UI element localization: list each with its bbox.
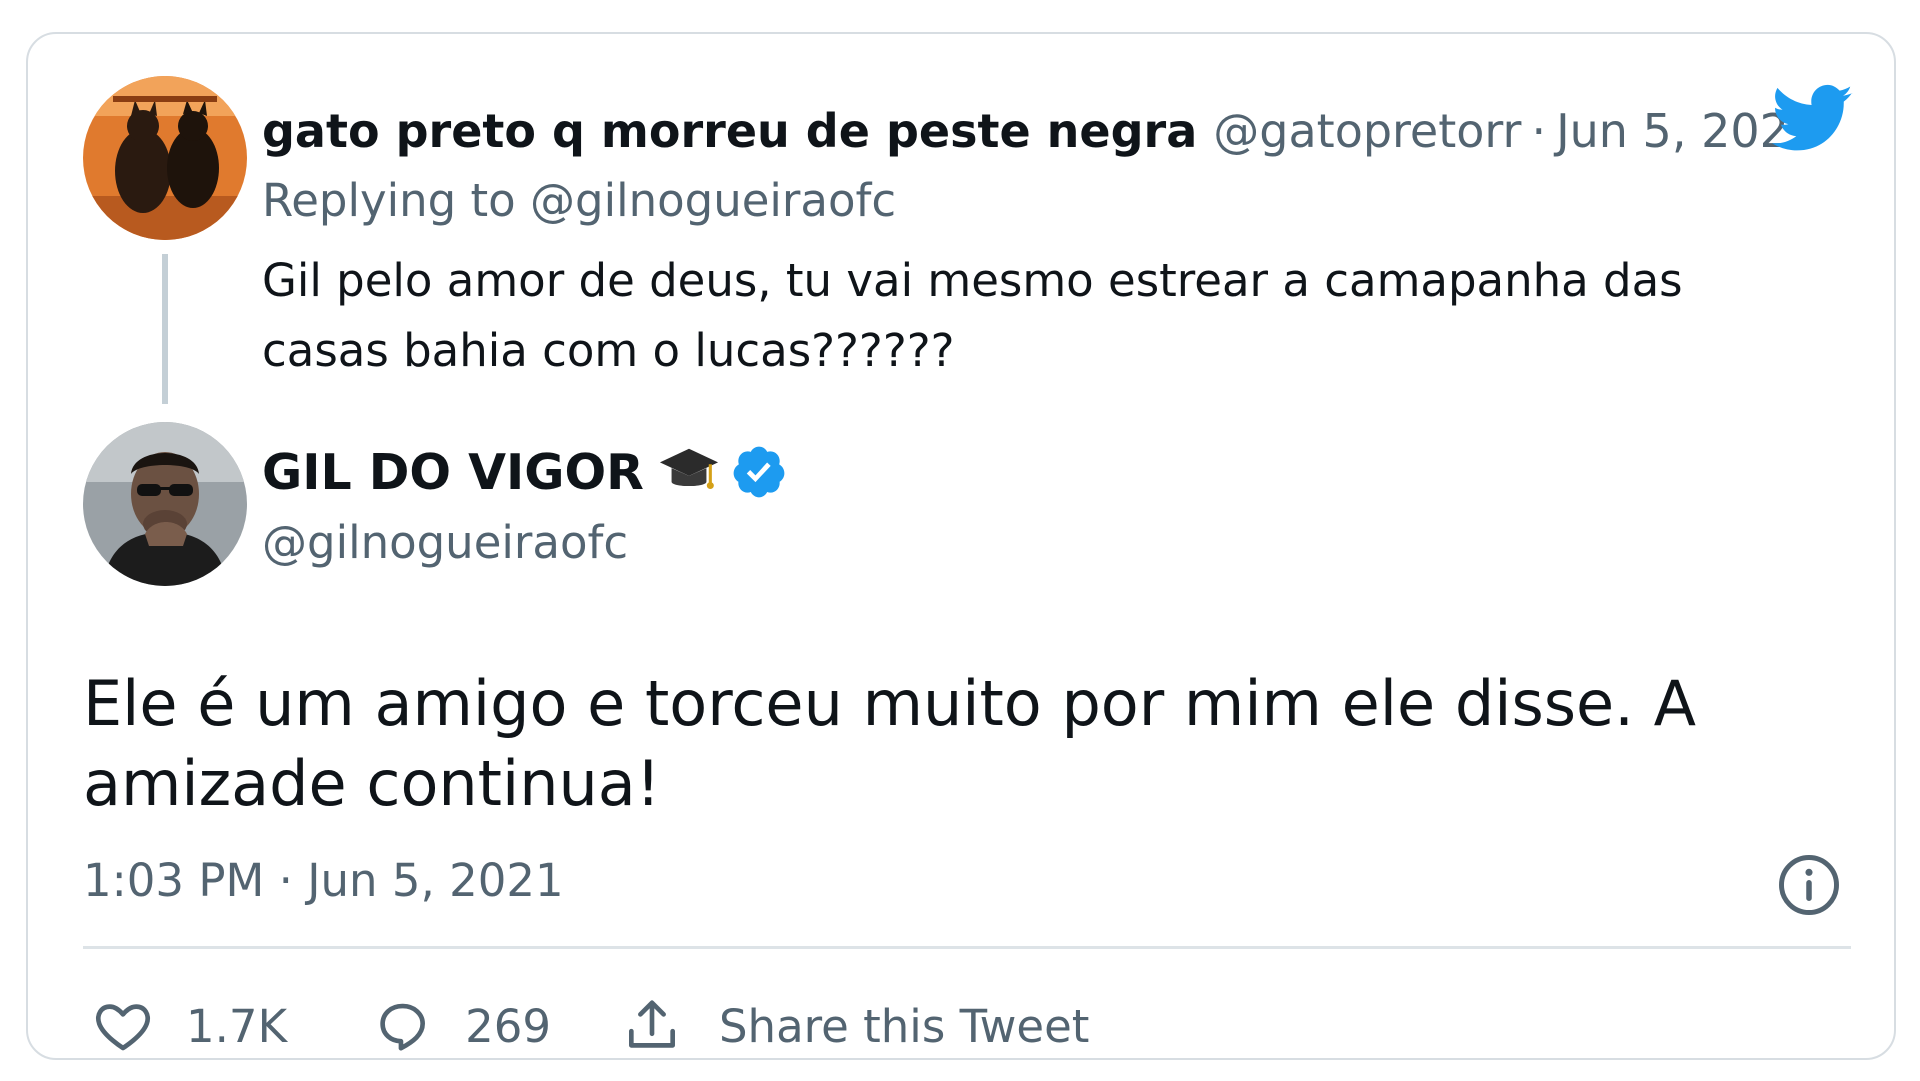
main-author-name[interactable]: GIL DO VIGOR (262, 444, 644, 501)
reply-count: 269 (465, 999, 551, 1053)
header-separator: · (1531, 104, 1547, 158)
heart-icon (96, 1004, 150, 1051)
actions-divider (83, 946, 1851, 949)
share-button[interactable]: Share this Tweet (621, 995, 1089, 1057)
like-count: 1.7K (186, 999, 288, 1053)
reply-button[interactable]: 269 (371, 995, 621, 1057)
like-button[interactable]: 1.7K (92, 995, 371, 1057)
tweet-date[interactable]: Jun 5, 2021 (307, 854, 563, 907)
man-portrait-avatar-icon (83, 422, 247, 586)
share-upload-icon (628, 1000, 675, 1048)
thread-connector-line (162, 254, 168, 404)
graduation-cap-icon (659, 448, 718, 490)
tweet-embed-card: gato preto q morreu de peste negra @gato… (26, 32, 1896, 1060)
verified-badge-icon[interactable] (730, 443, 788, 501)
replying-to-line: Replying to @gilnogueiraofc (262, 174, 896, 227)
replied-tweet-text: Gil pelo amor de deus, tu vai mesmo estr… (262, 254, 1683, 377)
speech-bubble-icon (380, 1003, 426, 1051)
info-icon[interactable] (1776, 852, 1842, 918)
main-author-row: GIL DO VIGOR (262, 432, 788, 512)
gil-avatar[interactable] (83, 422, 247, 586)
replying-prefix: Replying to (262, 174, 516, 227)
tweet-timestamp[interactable]: 1:03 PM · Jun 5, 2021 (83, 854, 564, 907)
main-tweet-text: Ele é um amigo e torceu muito por mim el… (83, 667, 1697, 820)
replied-author-name[interactable]: gato preto q morreu de peste negra (262, 104, 1197, 158)
share-label: Share this Tweet (718, 999, 1090, 1053)
twitter-logo-icon[interactable] (1772, 84, 1854, 154)
gatopreto-avatar[interactable] (83, 76, 247, 240)
tweet-actions-bar: 1.7K 269 Share this Tweet (92, 986, 1089, 1066)
replied-tweet-header: gato preto q morreu de peste negra @gato… (262, 96, 1818, 166)
replying-to-mention[interactable]: @gilnogueiraofc (530, 174, 896, 227)
cat-photo-avatar-icon (83, 76, 247, 240)
timestamp-separator: · (278, 854, 293, 907)
tweet-time[interactable]: 1:03 PM (83, 854, 264, 907)
main-author-handle[interactable]: @gilnogueiraofc (262, 516, 628, 569)
replied-author-handle[interactable]: @gatopretorr (1213, 104, 1521, 158)
